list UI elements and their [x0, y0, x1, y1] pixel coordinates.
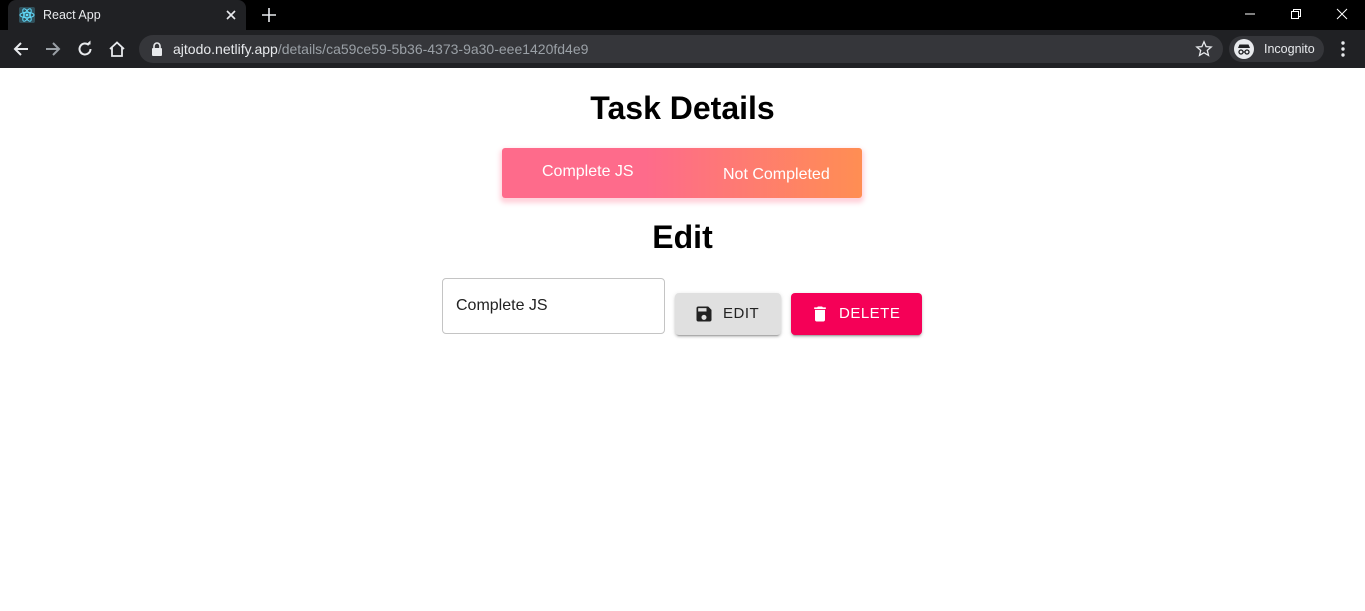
- reload-icon: [78, 40, 92, 56]
- edit-button-label: EDIT: [723, 305, 760, 322]
- home-icon: [109, 41, 125, 57]
- new-tab-icon[interactable]: [259, 5, 279, 25]
- lock-icon: [152, 42, 162, 56]
- incognito-badge[interactable]: Incognito: [1229, 36, 1324, 62]
- minimize-button[interactable]: [1227, 0, 1273, 28]
- restore-button[interactable]: [1273, 0, 1319, 28]
- restore-icon: [1291, 9, 1301, 19]
- delete-button-label: DELETE: [839, 305, 901, 322]
- browser-toolbar: ajtodo.netlify.app/details/ca59ce59-5b36…: [0, 30, 1365, 68]
- home-button[interactable]: [105, 37, 129, 61]
- arrow-right-icon: [46, 42, 61, 56]
- edit-button[interactable]: EDIT: [675, 293, 781, 335]
- window-close-button[interactable]: [1319, 0, 1365, 28]
- task-card: Complete JS Not Completed: [502, 148, 862, 198]
- delete-button[interactable]: DELETE: [791, 293, 922, 335]
- back-button[interactable]: [9, 37, 33, 61]
- edit-heading: Edit: [652, 219, 713, 255]
- tab-title: React App: [43, 8, 101, 22]
- page-content: Task Details Complete JS Not Completed E…: [0, 68, 1365, 611]
- url-text: ajtodo.netlify.app/details/ca59ce59-5b36…: [173, 41, 588, 57]
- arrow-left-icon: [13, 42, 28, 56]
- incognito-label: Incognito: [1264, 42, 1315, 56]
- save-icon: [696, 306, 712, 322]
- more-vert-icon[interactable]: [1333, 39, 1353, 59]
- reload-button[interactable]: [73, 37, 97, 61]
- star-icon[interactable]: [1195, 40, 1213, 58]
- task-name: Complete JS: [542, 163, 634, 180]
- browser-tab[interactable]: React App: [8, 0, 246, 30]
- address-bar[interactable]: ajtodo.netlify.app/details/ca59ce59-5b36…: [139, 35, 1223, 63]
- minimize-icon: [1245, 13, 1255, 15]
- close-icon[interactable]: [222, 6, 240, 24]
- url-host: ajtodo.netlify.app: [173, 41, 278, 57]
- task-name-input[interactable]: [442, 278, 665, 334]
- trash-icon: [814, 306, 826, 322]
- incognito-icon: [1234, 39, 1254, 59]
- task-status: Not Completed: [723, 166, 830, 183]
- page-title: Task Details: [590, 90, 775, 126]
- react-icon: [19, 7, 35, 23]
- url-path: /details/ca59ce59-5b36-4373-9a30-eee1420…: [277, 41, 589, 57]
- forward-button[interactable]: [41, 37, 65, 61]
- browser-tabstrip: React App: [0, 0, 1365, 30]
- close-icon: [1336, 8, 1348, 20]
